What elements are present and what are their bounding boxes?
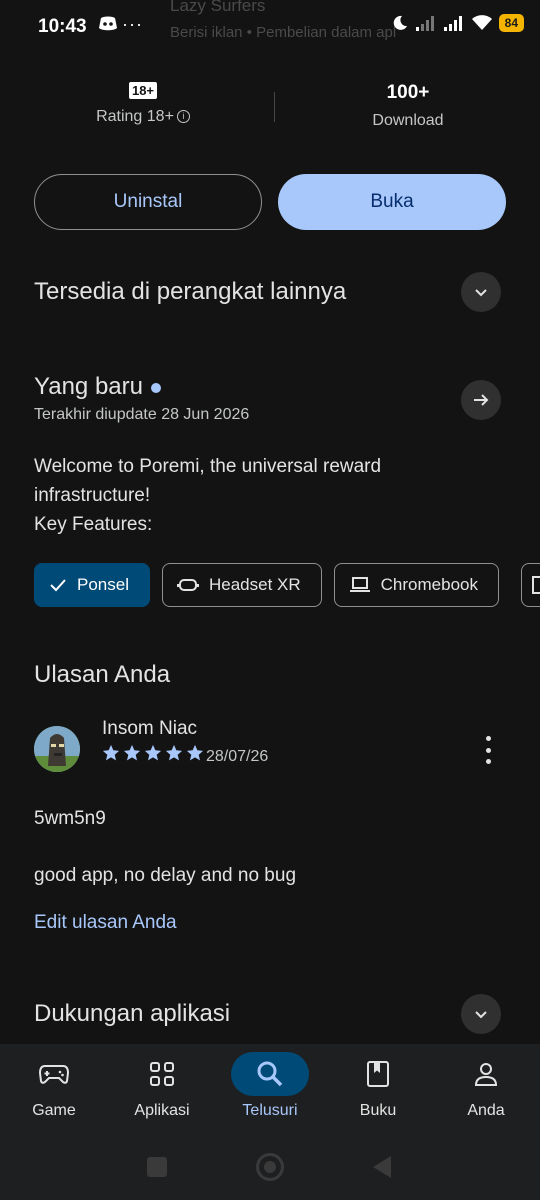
new-indicator-dot — [150, 382, 161, 393]
chip-headset-xr[interactable]: Headset XR — [161, 563, 322, 607]
status-bar: Lazy Surfers Berisi iklan • Pembelian da… — [0, 0, 540, 56]
star-icon — [123, 744, 141, 761]
person-icon — [474, 1063, 498, 1086]
star-icon — [102, 744, 120, 761]
nav-label: Aplikasi — [134, 1102, 190, 1119]
laptop-icon — [349, 577, 370, 592]
notification-icons — [96, 16, 118, 32]
edit-review-link[interactable]: Edit ulasan Anda — [34, 912, 177, 934]
moon-icon — [393, 15, 407, 30]
description-line: Key Features: — [34, 514, 153, 535]
expand-app-support-button[interactable] — [461, 994, 501, 1034]
chip-label: Ponsel — [77, 575, 129, 594]
app-developer-behind: Lazy Surfers — [170, 0, 266, 15]
star-icon — [165, 744, 183, 761]
check-icon — [50, 579, 66, 592]
apps-grid-icon — [150, 1062, 174, 1086]
downloads-label: Download — [372, 112, 444, 129]
nav-label: Anda — [467, 1102, 505, 1119]
chevron-down-icon — [475, 289, 487, 297]
nav-label: Game — [32, 1102, 76, 1119]
more-vert-dot — [485, 747, 491, 753]
app-support-title: Dukungan aplikasi — [34, 1000, 231, 1027]
downloads-value: 100+ — [386, 82, 430, 103]
home-inner-dot — [264, 1161, 276, 1173]
star-icon — [144, 744, 162, 761]
headset-xr-icon — [176, 579, 199, 591]
review-text-line: good app, no delay and no bug — [34, 865, 297, 886]
whats-new-title: Yang baru — [34, 373, 143, 400]
star-icon — [186, 744, 204, 761]
back-icon[interactable] — [371, 1155, 393, 1179]
nav-label: Telusuri — [242, 1102, 298, 1119]
more-vert-icon — [485, 736, 491, 741]
recents-button[interactable] — [147, 1157, 167, 1177]
nav-item-apps[interactable]: Aplikasi — [112, 1052, 212, 1120]
reviewer-name: Insom Niac — [102, 718, 198, 739]
system-navigation-bar — [0, 1140, 540, 1200]
info-icon: i — [176, 110, 190, 124]
wifi-icon — [471, 15, 492, 30]
review-date: 28/07/26 — [206, 748, 269, 765]
nav-icon-container — [231, 1052, 309, 1096]
review-more-options-button[interactable] — [478, 736, 498, 764]
nav-item-games[interactable]: Game — [4, 1052, 104, 1120]
chevron-down-icon — [475, 1011, 487, 1019]
device-filter-chips: Ponsel Headset XR Chromebook — [34, 563, 499, 607]
nav-item-you[interactable]: Anda — [436, 1052, 536, 1120]
more-notifications: ··· — [122, 14, 143, 34]
signal-icon — [415, 16, 434, 31]
status-time: 10:43 — [38, 16, 87, 37]
age-rating-badge: 18+ — [128, 82, 158, 99]
other-devices-title: Tersedia di perangkat lainnya — [34, 278, 347, 305]
rating-label: Rating 18+ — [96, 108, 174, 125]
nav-item-search[interactable]: Telusuri — [220, 1052, 320, 1120]
review-text-line: 5wm5n9 — [34, 808, 106, 829]
arrow-right-icon — [474, 394, 489, 406]
last-updated-text: Terakhir diupdate 28 Jun 2026 — [34, 406, 250, 423]
star-rating — [102, 744, 204, 762]
your-review-title: Ulasan Anda — [34, 661, 171, 688]
chip-phone[interactable]: Ponsel — [34, 563, 150, 607]
battery-indicator: 84 — [498, 14, 524, 32]
device-icon — [532, 576, 540, 594]
chip-more-partial[interactable] — [521, 563, 540, 607]
app-meta-behind: Berisi iklan • Pembelian dalam apl — [170, 24, 397, 41]
stat-divider — [274, 92, 275, 122]
status-right: 84 — [391, 14, 524, 32]
discord-icon — [99, 16, 117, 31]
more-vert-dot — [485, 759, 491, 764]
whats-new-arrow-button[interactable] — [461, 380, 501, 420]
avatar-image-icon — [34, 726, 80, 772]
description-line: Welcome to Poremi, the universal reward — [34, 456, 382, 477]
bottom-navigation: Game Aplikasi Telusuri Buku Anda — [0, 1044, 540, 1140]
chip-label: Chromebook — [380, 575, 478, 594]
chip-chromebook[interactable]: Chromebook — [333, 563, 499, 607]
expand-other-devices-button[interactable] — [461, 272, 501, 312]
nav-icon-container — [15, 1052, 93, 1096]
whats-new-description: Welcome to Poremi, the universal reward … — [34, 452, 504, 539]
open-button[interactable]: Buka — [278, 174, 506, 230]
book-icon — [367, 1061, 389, 1087]
nav-icon-container — [447, 1052, 525, 1096]
gamepad-icon — [39, 1065, 69, 1084]
avatar — [34, 726, 80, 772]
nav-icon-container — [123, 1052, 201, 1096]
chip-label: Headset XR — [208, 575, 301, 594]
description-line: infrastructure! — [34, 485, 151, 506]
nav-item-books[interactable]: Buku — [328, 1052, 428, 1120]
home-button[interactable] — [256, 1153, 284, 1181]
nav-label: Buku — [359, 1102, 397, 1119]
nav-icon-container — [339, 1052, 417, 1096]
search-icon — [257, 1061, 283, 1087]
signal-icon-2 — [443, 16, 462, 31]
downloads-stat: 100+ Download — [308, 82, 508, 130]
rating-stat[interactable]: 18+ Rating 18+ i — [43, 82, 243, 126]
whats-new-heading: Yang baru — [34, 373, 161, 401]
uninstall-button[interactable]: Uninstal — [34, 174, 262, 230]
